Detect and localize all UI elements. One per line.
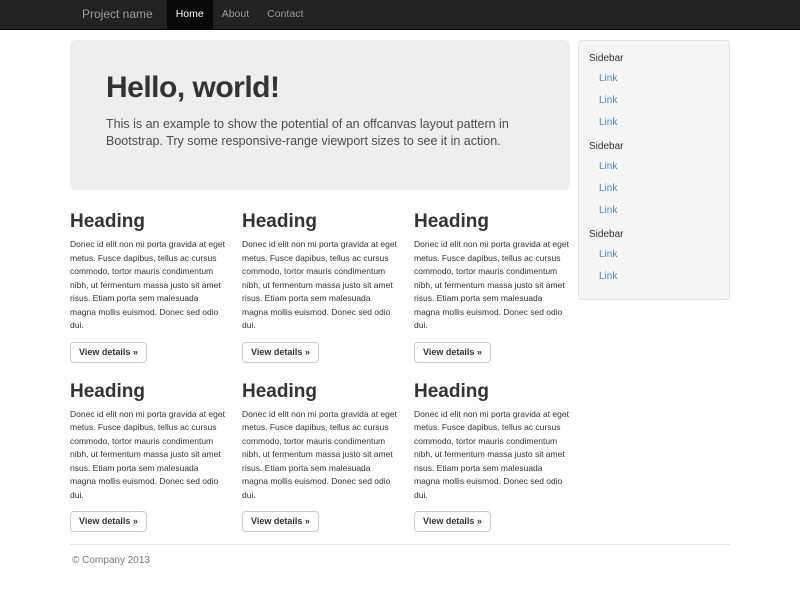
main-column: Hello, world! This is an example to show… xyxy=(70,40,570,532)
cards-row-2: Heading Donec id elit non mi porta gravi… xyxy=(70,381,570,533)
view-details-button[interactable]: View details » xyxy=(70,511,147,532)
sidebar-heading: Sidebar xyxy=(579,51,729,67)
page-container: Hello, world! This is an example to show… xyxy=(70,40,730,566)
card-body-text: Donec id elit non mi porta gravida at eg… xyxy=(242,408,398,503)
navbar-inner: Project name Home About Contact xyxy=(70,0,730,29)
sidebar-link[interactable]: Link xyxy=(579,267,729,287)
card-body-text: Donec id elit non mi porta gravida at eg… xyxy=(414,238,570,333)
card-body-text: Donec id elit non mi porta gravida at eg… xyxy=(70,408,226,503)
card-heading: Heading xyxy=(414,381,570,402)
view-details-button[interactable]: View details » xyxy=(414,342,491,363)
sidebar-link[interactable]: Link xyxy=(579,69,729,89)
card-body-text: Donec id elit non mi porta gravida at eg… xyxy=(414,408,570,503)
feature-card: Heading Donec id elit non mi porta gravi… xyxy=(242,211,398,363)
navbar: Project name Home About Contact xyxy=(0,0,800,30)
sidebar-link[interactable]: Link xyxy=(579,91,729,111)
nav-item-contact[interactable]: Contact xyxy=(258,0,312,29)
card-heading: Heading xyxy=(70,211,226,232)
sidebar-heading: Sidebar xyxy=(579,227,729,243)
sidebar-link[interactable]: Link xyxy=(579,179,729,199)
brand-link[interactable]: Project name xyxy=(70,0,167,29)
sidebar-link[interactable]: Link xyxy=(579,157,729,177)
view-details-button[interactable]: View details » xyxy=(242,342,319,363)
cards-row-1: Heading Donec id elit non mi porta gravi… xyxy=(70,211,570,363)
sidebar-heading: Sidebar xyxy=(579,139,729,155)
sidebar-group-3: Sidebar Link Link xyxy=(579,227,729,287)
card-heading: Heading xyxy=(414,211,570,232)
jumbotron-text: This is an example to show the potential… xyxy=(106,116,540,150)
feature-card: Heading Donec id elit non mi porta gravi… xyxy=(242,381,398,533)
sidebar-link[interactable]: Link xyxy=(579,201,729,221)
feature-card: Heading Donec id elit non mi porta gravi… xyxy=(414,211,570,363)
sidebar: Sidebar Link Link Link Sidebar Link Link… xyxy=(578,40,730,300)
card-heading: Heading xyxy=(70,381,226,402)
card-heading: Heading xyxy=(242,211,398,232)
card-body-text: Donec id elit non mi porta gravida at eg… xyxy=(242,238,398,333)
navbar-menu: Home About Contact xyxy=(167,0,313,29)
feature-card: Heading Donec id elit non mi porta gravi… xyxy=(414,381,570,533)
sidebar-group-1: Sidebar Link Link Link xyxy=(579,51,729,133)
jumbotron: Hello, world! This is an example to show… xyxy=(70,40,570,190)
view-details-button[interactable]: View details » xyxy=(242,511,319,532)
footer: © Company 2013 xyxy=(70,544,730,566)
feature-card: Heading Donec id elit non mi porta gravi… xyxy=(70,381,226,533)
sidebar-link[interactable]: Link xyxy=(579,113,729,133)
card-body-text: Donec id elit non mi porta gravida at eg… xyxy=(70,238,226,333)
nav-item-about[interactable]: About xyxy=(213,0,258,29)
content-row: Hello, world! This is an example to show… xyxy=(70,40,730,532)
sidebar-group-2: Sidebar Link Link Link xyxy=(579,139,729,221)
view-details-button[interactable]: View details » xyxy=(414,511,491,532)
feature-card: Heading Donec id elit non mi porta gravi… xyxy=(70,211,226,363)
sidebar-link[interactable]: Link xyxy=(579,245,729,265)
nav-item-home[interactable]: Home xyxy=(167,0,213,29)
page-title: Hello, world! xyxy=(106,70,540,106)
card-heading: Heading xyxy=(242,381,398,402)
view-details-button[interactable]: View details » xyxy=(70,342,147,363)
copyright-text: © Company 2013 xyxy=(72,555,730,566)
